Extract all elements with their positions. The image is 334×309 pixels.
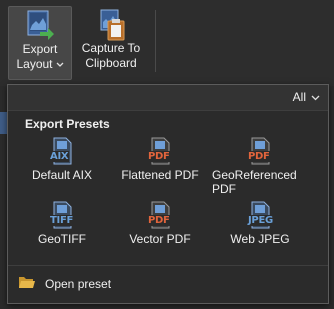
- tiff-file-icon: TIFF: [49, 201, 75, 229]
- preset-flattened-pdf[interactable]: PDF Flattened PDF: [112, 137, 208, 182]
- chevron-down-icon: [56, 57, 64, 72]
- filter-bar: All: [8, 85, 328, 111]
- preset-format: JPEG: [247, 215, 274, 226]
- filter-dropdown[interactable]: All: [293, 90, 320, 104]
- open-folder-icon: [18, 275, 36, 292]
- export-layout-label-line1: Export: [22, 42, 58, 56]
- pdf-file-icon: PDF: [147, 137, 172, 165]
- capture-label-line1: Capture To: [81, 41, 141, 55]
- preset-label: Flattened PDF: [121, 168, 199, 182]
- aix-file-icon: AIX: [49, 137, 74, 165]
- preset-label: Web JPEG: [230, 232, 290, 246]
- dropdown-footer: Open preset: [8, 265, 328, 303]
- open-preset-label: Open preset: [45, 276, 112, 291]
- capture-label-line2: Clipboard: [85, 56, 137, 70]
- preset-geotiff[interactable]: TIFF GeoTIFF: [14, 201, 110, 246]
- preset-format: PDF: [147, 151, 171, 162]
- export-layout-icon: [23, 10, 57, 42]
- filter-value: All: [292, 90, 306, 104]
- ribbon-separator: [155, 10, 156, 72]
- export-presets-dropdown: All Export Presets AIX Default AIX PDF F…: [7, 84, 329, 304]
- open-preset-button[interactable]: Open preset: [18, 275, 111, 292]
- capture-to-clipboard-button[interactable]: Capture To Clipboard: [78, 6, 144, 80]
- preset-label: GeoTIFF: [37, 232, 86, 246]
- export-layout-button[interactable]: Export Layout: [8, 6, 72, 80]
- pdf-file-icon: PDF: [247, 137, 272, 165]
- pdf-file-icon: PDF: [147, 201, 172, 229]
- preset-format: PDF: [147, 215, 171, 226]
- preset-format: TIFF: [49, 215, 75, 226]
- preset-vector-pdf[interactable]: PDF Vector PDF: [112, 201, 208, 246]
- background-tab-edge: [0, 112, 7, 134]
- clipboard-capture-icon: [94, 9, 128, 41]
- ribbon: Export Layout Capture To Clipboard: [0, 0, 334, 86]
- jpeg-file-icon: JPEG: [247, 201, 274, 229]
- section-title: Export Presets: [25, 117, 110, 131]
- preset-label: GeoReferenced PDF: [212, 168, 297, 196]
- preset-georeferenced-pdf[interactable]: PDF GeoReferenced PDF: [212, 137, 308, 196]
- preset-web-jpeg[interactable]: JPEG Web JPEG: [212, 201, 308, 246]
- chevron-down-icon: [311, 90, 320, 104]
- preset-label: Vector PDF: [129, 232, 191, 246]
- preset-format: PDF: [247, 151, 271, 162]
- export-layout-label-line2: Layout: [16, 57, 53, 71]
- preset-format: AIX: [49, 151, 70, 162]
- preset-default-aix[interactable]: AIX Default AIX: [14, 137, 110, 182]
- preset-label: Default AIX: [31, 168, 93, 182]
